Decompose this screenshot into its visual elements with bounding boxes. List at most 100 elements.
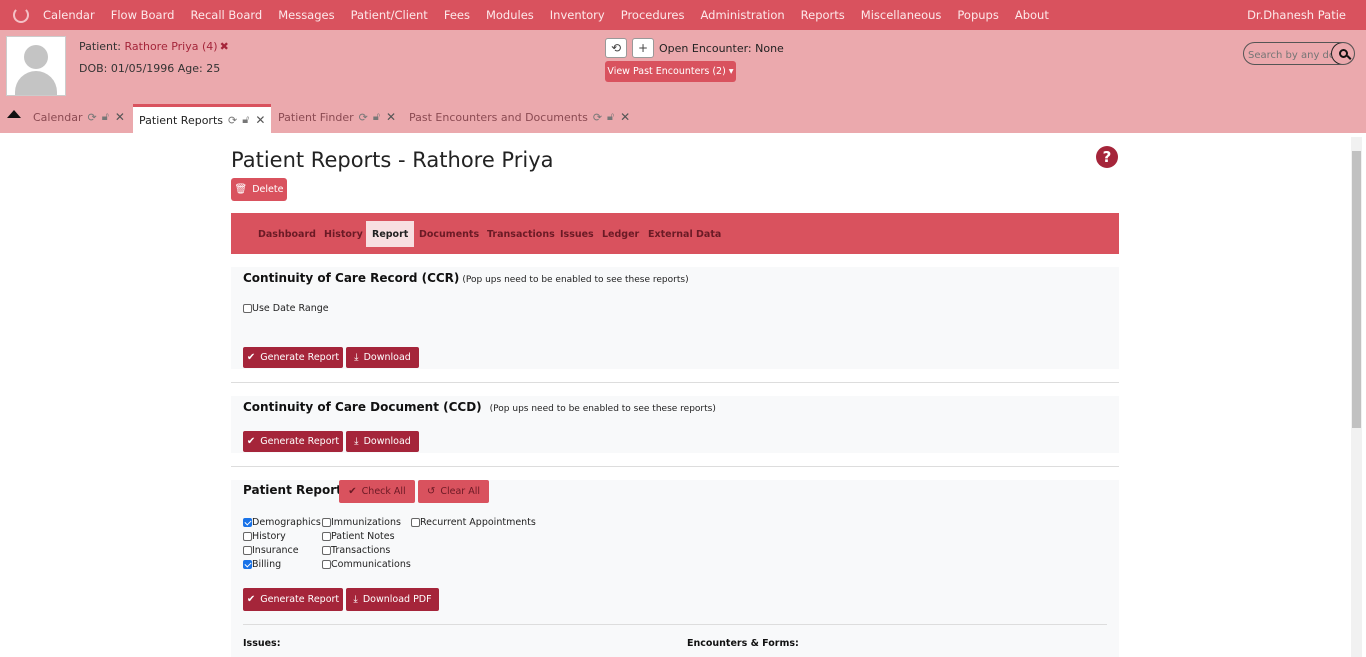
menu-administration[interactable]: Administration [701, 8, 785, 22]
tab-calendar[interactable]: Calendar ⟳ 🔓︎ ✕ [33, 108, 125, 126]
ccr-title: Continuity of Care Record (CCR) (Pop ups … [243, 271, 689, 285]
menu-recall-board[interactable]: Recall Board [190, 8, 262, 22]
menu-procedures[interactable]: Procedures [621, 8, 685, 22]
menu-fees[interactable]: Fees [444, 8, 470, 22]
lock-icon[interactable]: 🔓︎ [373, 110, 380, 124]
download-pdf-button[interactable]: ⤓ Download PDF [346, 588, 439, 611]
insurance-checkbox[interactable]: Insurance [243, 545, 299, 556]
nav-dashboard[interactable]: Dashboard [252, 221, 322, 247]
use-date-range-checkbox[interactable]: Use Date Range [243, 303, 329, 314]
view-past-encounters-button[interactable]: View Past Encounters (2) ▾ [605, 61, 736, 82]
ccd-download-button[interactable]: ⤓ Download [346, 431, 419, 452]
checkbox[interactable] [322, 532, 331, 541]
delete-label: Delete [252, 184, 284, 195]
lock-icon[interactable]: 🔓︎ [102, 110, 109, 124]
menu-popups[interactable]: Popups [957, 8, 998, 22]
close-tab-icon[interactable]: ✕ [255, 113, 265, 127]
new-encounter-plus-icon[interactable]: + [632, 38, 654, 58]
nav-transactions[interactable]: Transactions [481, 221, 561, 247]
menu-flow-board[interactable]: Flow Board [111, 8, 175, 22]
close-tab-icon[interactable]: ✕ [620, 110, 630, 124]
refresh-icon[interactable]: ⟳ [359, 111, 368, 124]
tab-past-encounters[interactable]: Past Encounters and Documents ⟳ 🔓︎ ✕ [409, 108, 630, 126]
immunizations-checkbox[interactable]: Immunizations [322, 517, 401, 528]
checkbox-label: Billing [252, 559, 282, 570]
checkbox-checked[interactable] [243, 518, 252, 527]
close-tab-icon[interactable]: ✕ [115, 110, 125, 124]
menu-messages[interactable]: Messages [278, 8, 334, 22]
use-date-range-label: Use Date Range [252, 303, 329, 314]
checkbox[interactable] [243, 304, 252, 313]
nav-external-data[interactable]: External Data [642, 221, 727, 247]
checkbox[interactable] [243, 532, 252, 541]
button-label: Download [363, 436, 411, 447]
tab-patient-finder[interactable]: Patient Finder ⟳ 🔓︎ ✕ [278, 108, 396, 126]
button-label: Generate Report [260, 352, 340, 363]
nav-documents[interactable]: Documents [413, 221, 485, 247]
checkbox-label: Demographics [252, 517, 321, 528]
ccr-download-button[interactable]: ⤓ Download [346, 347, 419, 368]
demographics-checkbox[interactable]: Demographics [243, 517, 321, 528]
checkbox[interactable] [322, 560, 331, 569]
clear-all-button[interactable]: ↺ Clear All [418, 480, 489, 503]
check-all-button[interactable]: ✔ Check All [339, 480, 415, 503]
nav-ledger[interactable]: Ledger [596, 221, 645, 247]
app-logo-icon[interactable] [13, 7, 29, 23]
button-label: Generate Report [260, 436, 340, 447]
patient-label: Patient: [79, 40, 125, 53]
refresh-icon[interactable]: ⟳ [593, 111, 602, 124]
lock-icon[interactable]: 🔓︎ [242, 113, 249, 127]
search-button[interactable] [1331, 43, 1354, 64]
menu-calendar[interactable]: Calendar [43, 8, 95, 22]
patient-report-title: Patient Report [243, 483, 342, 497]
avatar-body-icon [15, 71, 57, 95]
help-icon[interactable]: ? [1096, 146, 1118, 168]
close-patient-icon[interactable]: ✖ [220, 40, 229, 53]
vertical-scrollbar[interactable] [1351, 137, 1362, 657]
billing-checkbox[interactable]: Billing [243, 559, 281, 570]
nav-report[interactable]: Report [366, 221, 415, 247]
refresh-icon[interactable]: ⟳ [87, 111, 96, 124]
ccr-section: Continuity of Care Record (CCR) (Pop ups … [231, 267, 1119, 369]
ccr-title-text: Continuity of Care Record (CCR) [243, 271, 460, 285]
nav-issues[interactable]: Issues [554, 221, 600, 247]
close-tab-icon[interactable]: ✕ [386, 110, 396, 124]
collapse-header-icon[interactable] [7, 110, 21, 118]
menu-reports[interactable]: Reports [801, 8, 845, 22]
checkbox[interactable] [322, 518, 331, 527]
ccr-generate-report-button[interactable]: ✔ Generate Report [243, 347, 343, 368]
patient-notes-checkbox[interactable]: Patient Notes [322, 531, 395, 542]
tab-patient-reports[interactable]: Patient Reports ⟳ 🔓︎ ✕ [133, 104, 272, 133]
checkbox[interactable] [411, 518, 420, 527]
trash-icon: 🗑︎ [234, 184, 248, 195]
transactions-checkbox[interactable]: Transactions [322, 545, 390, 556]
communications-checkbox[interactable]: Communications [322, 559, 411, 570]
menu-inventory[interactable]: Inventory [550, 8, 605, 22]
ccd-generate-report-button[interactable]: ✔ Generate Report [243, 431, 343, 452]
patient-name-link[interactable]: Rathore Priya (4) [125, 40, 218, 53]
tab-label: Patient Reports [139, 113, 223, 127]
lock-icon[interactable]: 🔓︎ [607, 110, 614, 124]
checkbox-checked[interactable] [243, 560, 252, 569]
ccd-section: Continuity of Care Document (CCD) (Pop up… [231, 396, 1119, 453]
ccd-title: Continuity of Care Document (CCD) (Pop up… [243, 400, 716, 414]
menu-modules[interactable]: Modules [486, 8, 534, 22]
checkbox[interactable] [243, 546, 252, 555]
menu-patient-client[interactable]: Patient/Client [351, 8, 428, 22]
scrollbar-thumb[interactable] [1352, 151, 1361, 428]
user-menu[interactable]: Dr.Dhanesh Patie [1247, 8, 1346, 22]
download-icon: ⤓ [353, 594, 358, 605]
download-icon: ⤓ [354, 436, 359, 447]
checkbox[interactable] [322, 546, 331, 555]
history-checkbox[interactable]: History [243, 531, 286, 542]
recurrent-appointments-checkbox[interactable]: Recurrent Appointments [411, 517, 536, 528]
delete-button[interactable]: 🗑︎ Delete [231, 178, 287, 201]
patient-report-generate-button[interactable]: ✔ Generate Report [243, 588, 343, 611]
search-input[interactable] [1244, 45, 1334, 64]
patient-dob-age: DOB: 01/05/1996 Age: 25 [79, 62, 221, 75]
menu-miscellaneous[interactable]: Miscellaneous [861, 8, 942, 22]
history-icon[interactable]: ⟲ [605, 38, 627, 58]
nav-history[interactable]: History [318, 221, 369, 247]
refresh-icon[interactable]: ⟳ [228, 114, 237, 127]
menu-about[interactable]: About [1015, 8, 1049, 22]
